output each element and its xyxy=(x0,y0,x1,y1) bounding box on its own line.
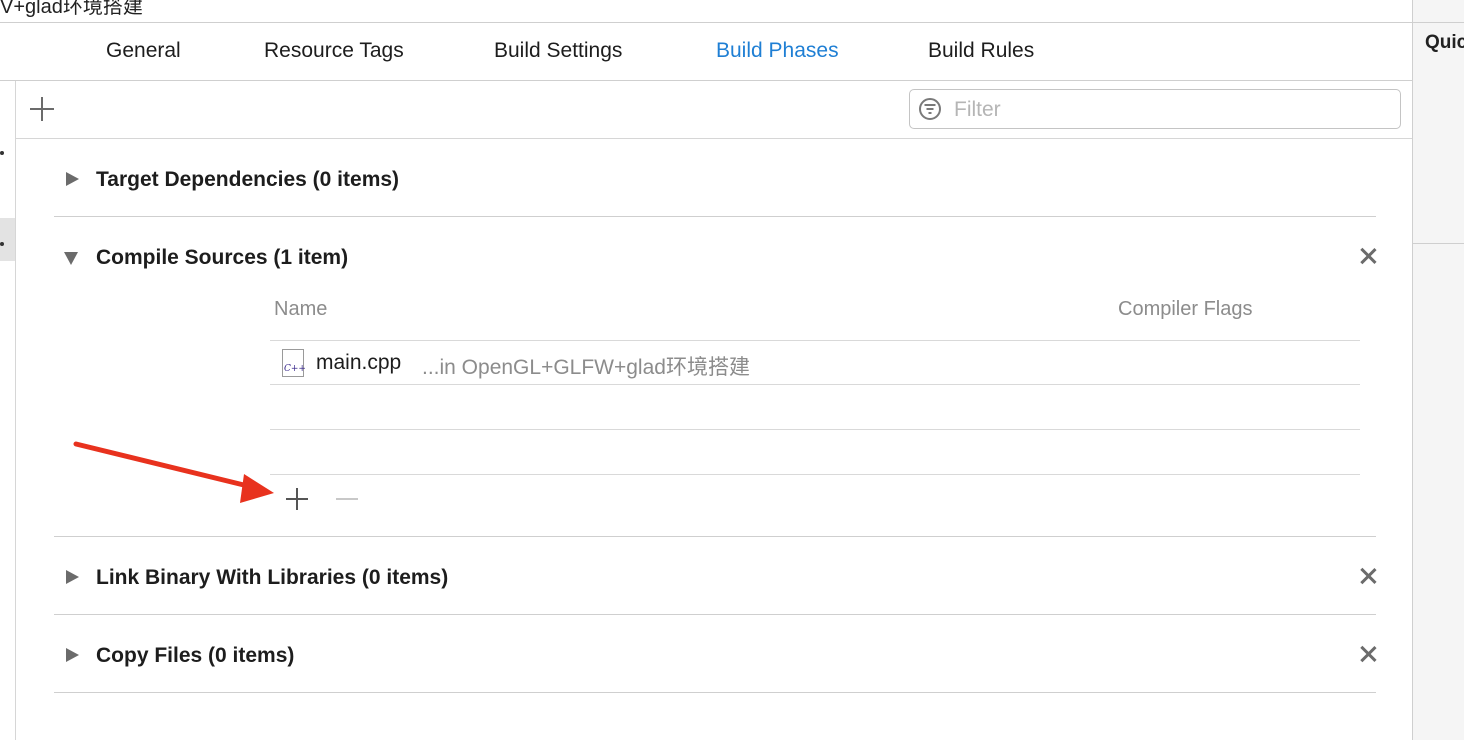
file-name: main.cpp xyxy=(316,351,402,374)
editor-tab-bar: General Resource Tags Build Settings Bui… xyxy=(0,23,1412,81)
phase-copy-files[interactable]: Copy Files (0 items) xyxy=(54,624,1376,684)
window-title-strip: V+glad环境搭建 xyxy=(0,0,1412,23)
truncation-dot xyxy=(0,242,4,246)
tab-build-settings[interactable]: Build Settings xyxy=(494,39,622,63)
filter-input[interactable] xyxy=(952,94,1386,126)
tab-general[interactable]: General xyxy=(106,39,181,63)
add-source-file-button[interactable] xyxy=(286,488,308,510)
tab-build-rules[interactable]: Build Rules xyxy=(928,39,1034,63)
disclosure-triangle-icon[interactable] xyxy=(66,648,79,662)
phase-divider xyxy=(54,692,1376,693)
tab-build-phases[interactable]: Build Phases xyxy=(716,39,839,63)
file-location: ...in OpenGL+GLFW+glad环境搭建 xyxy=(422,356,750,379)
remove-phase-close-icon[interactable] xyxy=(1360,568,1376,584)
target-list-edge xyxy=(0,81,16,740)
selected-target-row[interactable] xyxy=(0,218,15,261)
column-header-name[interactable]: Name xyxy=(274,298,327,321)
phase-title: Target Dependencies (0 items) xyxy=(96,168,400,191)
window-title: V+glad环境搭建 xyxy=(0,0,143,18)
build-phases-toolbar xyxy=(16,81,1412,139)
phase-link-binary-with-libraries[interactable]: Link Binary With Libraries (0 items) xyxy=(54,546,1376,606)
remove-phase-close-icon[interactable] xyxy=(1360,646,1376,662)
empty-table-row xyxy=(270,429,1360,430)
remove-source-file-button[interactable] xyxy=(336,488,358,510)
column-header-compiler-flags[interactable]: Compiler Flags xyxy=(1118,298,1252,321)
tab-resource-tags[interactable]: Resource Tags xyxy=(264,39,404,63)
phase-divider xyxy=(54,536,1376,537)
inspector-divider xyxy=(1413,243,1464,244)
disclosure-triangle-icon[interactable] xyxy=(66,570,79,584)
phase-target-dependencies[interactable]: Target Dependencies (0 items) xyxy=(54,148,1376,208)
cpp-file-icon: C++ xyxy=(282,349,306,377)
disclosure-triangle-icon[interactable] xyxy=(66,172,79,186)
phase-title: Link Binary With Libraries (0 items) xyxy=(96,566,449,589)
disclosure-triangle-icon[interactable] xyxy=(64,252,78,265)
filter-field[interactable] xyxy=(909,89,1401,129)
phase-divider xyxy=(54,216,1376,217)
table-row[interactable]: C++ main.cpp ...in OpenGL+GLFW+glad环境搭建 xyxy=(270,343,1360,384)
phase-compile-sources[interactable]: Compile Sources (1 item) xyxy=(54,226,1376,286)
add-build-phase-button[interactable] xyxy=(30,97,54,121)
quick-help-label: Quic xyxy=(1425,32,1464,53)
truncation-dot xyxy=(0,151,4,155)
inspector-panel: Quic xyxy=(1412,0,1464,740)
remove-phase-close-icon[interactable] xyxy=(1360,248,1376,264)
phase-divider xyxy=(54,614,1376,615)
phase-title: Compile Sources (1 item) xyxy=(96,246,349,269)
filter-icon xyxy=(919,98,941,120)
phase-title: Copy Files (0 items) xyxy=(96,644,295,667)
